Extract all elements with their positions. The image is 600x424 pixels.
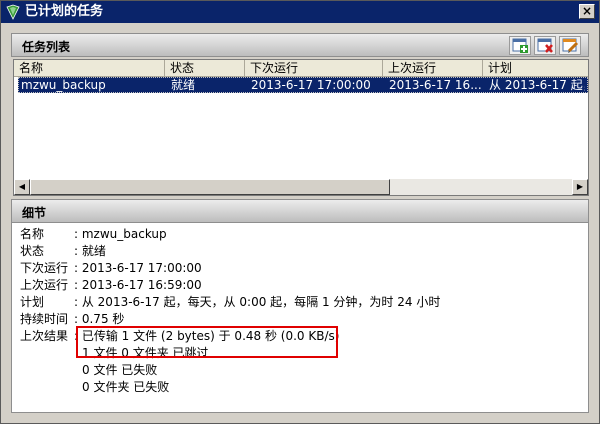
task-schedule-cell: 从 2013-6-17 起， bbox=[489, 78, 585, 92]
detail-status-label: 状态 bbox=[20, 244, 45, 258]
column-header-next-run[interactable]: 下次运行 bbox=[245, 60, 383, 77]
detail-result-line-3: 0 文件 已失败 bbox=[82, 363, 158, 377]
detail-last-run-label: 上次运行 bbox=[20, 278, 69, 292]
column-header-schedule[interactable]: 计划 bbox=[483, 60, 588, 77]
detail-name-label: 名称 bbox=[20, 227, 45, 241]
task-list-header: 任务列表 bbox=[11, 33, 589, 57]
calendar-edit-icon bbox=[562, 38, 579, 53]
window-title: 已计划的任务 bbox=[25, 4, 104, 19]
detail-duration-value: : 0.75 秒 bbox=[74, 312, 125, 326]
scroll-thumb[interactable] bbox=[30, 179, 390, 195]
horizontal-scrollbar[interactable]: ◀ ▶ bbox=[14, 179, 588, 195]
detail-last-run-row: 上次运行 : 2013-6-17 16:59:00 bbox=[20, 277, 202, 294]
scroll-right-button[interactable]: ▶ bbox=[572, 179, 588, 195]
column-header-status[interactable]: 状态 bbox=[165, 60, 245, 77]
task-status-cell: 就绪 bbox=[171, 78, 196, 92]
app-icon bbox=[5, 4, 21, 20]
scheduled-tasks-window: 已计划的任务 × 任务列表 名称 状态 下次运行 上次运行 计划 mzwu_ba… bbox=[0, 0, 600, 424]
edit-task-button[interactable] bbox=[559, 36, 581, 55]
column-header-name[interactable]: 名称 bbox=[14, 60, 165, 77]
detail-name-row: 名称 : mzwu_backup bbox=[20, 226, 167, 243]
details-title: 细节 bbox=[22, 206, 47, 220]
add-task-button[interactable] bbox=[509, 36, 531, 55]
detail-result-label: 上次结果 bbox=[20, 329, 69, 343]
detail-duration-label: 持续时间 bbox=[20, 312, 69, 326]
detail-name-value: : mzwu_backup bbox=[74, 227, 167, 241]
task-last-run-cell: 2013-6-17 16... bbox=[389, 78, 481, 92]
detail-last-run-value: : 2013-6-17 16:59:00 bbox=[74, 278, 202, 292]
detail-schedule-row: 计划 : 从 2013-6-17 起，每天，从 0:00 起，每隔 1 分钟，为时… bbox=[20, 294, 440, 311]
highlight-annotation-box bbox=[76, 326, 338, 358]
task-name-cell: mzwu_backup bbox=[21, 78, 106, 92]
detail-next-run-row: 下次运行 : 2013-6-17 17:00:00 bbox=[20, 260, 202, 277]
details-header: 细节 bbox=[11, 199, 589, 223]
close-button[interactable]: × bbox=[579, 4, 595, 19]
detail-status-value: : 就绪 bbox=[74, 244, 106, 258]
task-list-title: 任务列表 bbox=[22, 40, 71, 54]
task-row-selected[interactable]: mzwu_backup 就绪 2013-6-17 17:00:00 2013-6… bbox=[18, 77, 588, 93]
detail-next-run-label: 下次运行 bbox=[20, 261, 69, 275]
details-pane: 名称 : mzwu_backup 状态 : 就绪 下次运行 : 2013-6-17 1… bbox=[11, 223, 589, 413]
task-list[interactable]: 名称 状态 下次运行 上次运行 计划 mzwu_backup 就绪 2013-6… bbox=[13, 59, 589, 196]
column-header-last-run[interactable]: 上次运行 bbox=[383, 60, 483, 77]
detail-schedule-value: : 从 2013-6-17 起，每天，从 0:00 起，每隔 1 分钟，为时 2… bbox=[74, 295, 441, 309]
detail-next-run-value: : 2013-6-17 17:00:00 bbox=[74, 261, 202, 275]
detail-schedule-label: 计划 bbox=[20, 295, 45, 309]
task-next-run-cell: 2013-6-17 17:00:00 bbox=[251, 78, 371, 92]
detail-result-line-4: 0 文件夹 已失败 bbox=[82, 380, 170, 394]
detail-status-row: 状态 : 就绪 bbox=[20, 243, 106, 260]
delete-task-button[interactable] bbox=[534, 36, 556, 55]
title-bar: 已计划的任务 × bbox=[1, 1, 599, 23]
calendar-add-icon bbox=[512, 38, 528, 53]
calendar-delete-icon bbox=[537, 38, 553, 53]
scroll-left-button[interactable]: ◀ bbox=[14, 179, 30, 195]
